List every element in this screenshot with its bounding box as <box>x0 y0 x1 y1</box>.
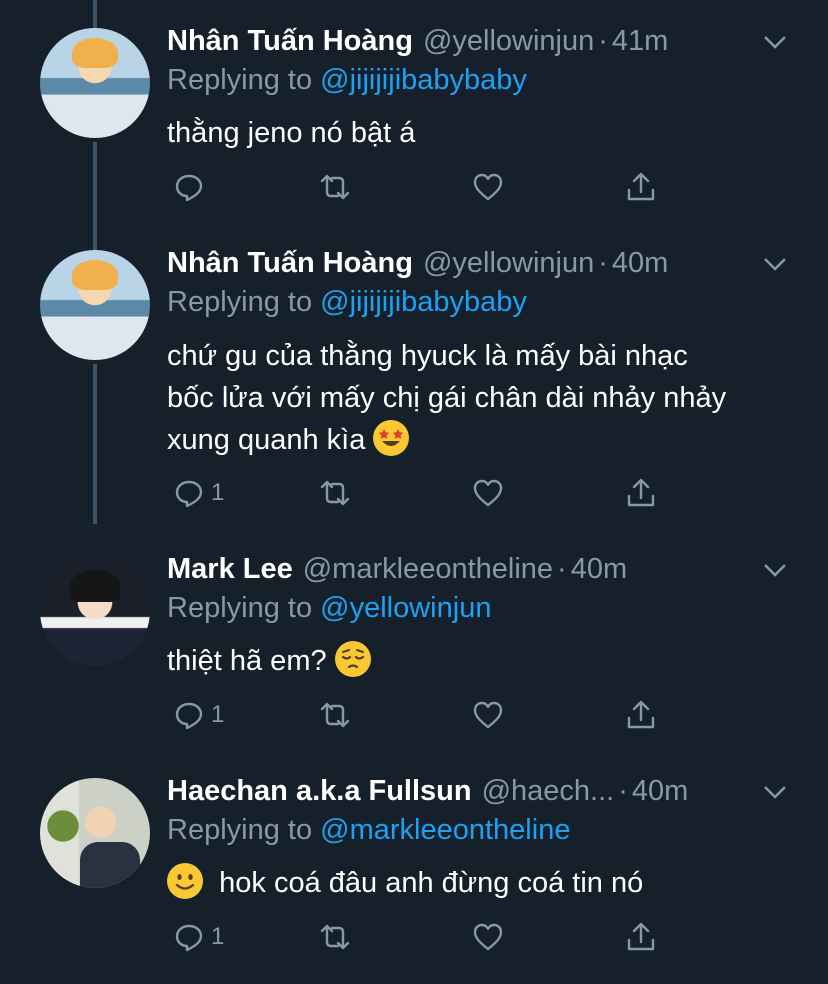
timestamp[interactable]: 41m <box>612 25 668 58</box>
share-icon <box>627 172 655 201</box>
reply-mention-link[interactable]: @jijijijibabybaby <box>320 64 527 96</box>
reply-icon <box>175 702 203 730</box>
separator-dot: · <box>557 552 567 585</box>
replying-to-label: Replying to <box>167 64 313 96</box>
reply-button[interactable]: 1 <box>173 476 224 510</box>
tweet-text-line: bốc lửa với mấy chị gái chân dài nhảy nh… <box>167 382 727 414</box>
share-icon <box>627 478 655 507</box>
heart-icon <box>473 479 503 507</box>
tweet-header: Nhân Tuấn Hoàng @yellowinjun · 41m <box>167 22 668 60</box>
separator-dot: · <box>618 774 628 807</box>
reply-button[interactable] <box>173 170 211 204</box>
share-icon <box>627 922 655 951</box>
retweet-button[interactable] <box>319 920 351 954</box>
tweet-text: thiệt hã em? <box>167 640 807 682</box>
reply-icon <box>175 924 203 952</box>
share-button[interactable] <box>625 698 657 732</box>
reply-count: 1 <box>211 701 225 728</box>
timestamp[interactable]: 40m <box>571 553 627 586</box>
tweet-text-line: chứ gu của thằng hyuck là mấy bài nhạc <box>167 340 688 372</box>
avatar[interactable] <box>40 556 150 666</box>
replying-to-label: Replying to <box>167 286 313 318</box>
avatar[interactable] <box>40 778 150 888</box>
reply-button[interactable]: 1 <box>173 920 224 954</box>
share-button[interactable] <box>625 170 657 204</box>
user-handle[interactable]: @haech... <box>482 775 615 808</box>
tweet-text-line: thiệt hã em? <box>167 640 807 682</box>
like-button[interactable] <box>472 170 504 204</box>
pensive-face-emoji <box>334 641 371 677</box>
avatar[interactable] <box>40 28 150 138</box>
tweet[interactable]: Nhân Tuấn Hoàng @yellowinjun · 41m Reply… <box>0 0 828 222</box>
tweet-text: chứ gu của thằng hyuck là mấy bài nhạc b… <box>167 335 807 461</box>
retweet-button[interactable] <box>319 170 351 204</box>
reply-icon <box>175 174 203 202</box>
tweet-header: Nhân Tuấn Hoàng @yellowinjun · 40m <box>167 244 668 282</box>
user-handle[interactable]: @yellowinjun <box>423 247 594 280</box>
chevron-down-icon[interactable] <box>762 560 788 580</box>
slightly-smiling-face-emoji <box>167 863 203 899</box>
tweet-text-line: xung quanh kìa <box>167 419 807 461</box>
replying-to: Replying to @jijijijibabybaby <box>167 286 527 319</box>
user-handle[interactable]: @markleeontheline <box>303 553 553 586</box>
replying-to-label: Replying to <box>167 814 313 846</box>
reply-count: 1 <box>211 479 225 506</box>
heart-icon <box>473 173 503 201</box>
replying-to: Replying to @jijijijibabybaby <box>167 64 527 97</box>
share-icon <box>627 700 655 729</box>
tweet-text-line-content: thiệt hã em? <box>167 645 327 677</box>
replying-to: Replying to @yellowinjun <box>167 592 491 625</box>
replying-to: Replying to @markleeontheline <box>167 814 570 847</box>
like-button[interactable] <box>472 920 504 954</box>
display-name[interactable]: Nhân Tuấn Hoàng <box>167 25 413 58</box>
timestamp[interactable]: 40m <box>612 247 668 280</box>
retweet-button[interactable] <box>319 698 351 732</box>
separator-dot: · <box>598 246 608 279</box>
reply-count: 1 <box>211 923 225 950</box>
tweet-text-line-content: hok coá đâu anh đừng coá tin nó <box>219 867 644 899</box>
star-struck-emoji <box>373 420 410 456</box>
retweet-button[interactable] <box>319 476 351 510</box>
reply-mention-link[interactable]: @markleeontheline <box>320 814 570 846</box>
chevron-down-icon[interactable] <box>762 782 788 802</box>
tweet-text-line: thằng jeno nó bật á <box>167 117 416 149</box>
retweet-icon <box>320 924 350 950</box>
tweet[interactable]: Nhân Tuấn Hoàng @yellowinjun · 40m Reply… <box>0 222 828 528</box>
like-button[interactable] <box>472 476 504 510</box>
chevron-down-icon[interactable] <box>762 254 788 274</box>
chevron-down-icon[interactable] <box>762 32 788 52</box>
timestamp[interactable]: 40m <box>632 775 688 808</box>
reply-mention-link[interactable]: @yellowinjun <box>320 592 491 624</box>
tweet-text-line-content: xung quanh kìa <box>167 424 366 456</box>
tweet[interactable]: Mark Lee @markleeontheline · 40m Replyin… <box>0 528 828 750</box>
display-name[interactable]: Mark Lee <box>167 553 293 586</box>
heart-icon <box>473 923 503 951</box>
retweet-icon <box>320 702 350 728</box>
replying-to-label: Replying to <box>167 592 313 624</box>
tweet-header: Haechan a.k.a Fullsun @haech... · 40m <box>167 772 688 810</box>
reply-icon <box>175 480 203 508</box>
user-handle[interactable]: @yellowinjun <box>423 25 594 58</box>
share-button[interactable] <box>625 476 657 510</box>
retweet-icon <box>320 174 350 200</box>
like-button[interactable] <box>472 698 504 732</box>
display-name[interactable]: Nhân Tuấn Hoàng <box>167 247 413 280</box>
retweet-icon <box>320 480 350 506</box>
share-button[interactable] <box>625 920 657 954</box>
display-name[interactable]: Haechan a.k.a Fullsun <box>167 775 472 808</box>
tweet-text-line: hok coá đâu anh đừng coá tin nó <box>167 862 807 904</box>
tweet-text: hok coá đâu anh đừng coá tin nó <box>167 862 807 904</box>
tweet[interactable]: Haechan a.k.a Fullsun @haech... · 40m Re… <box>0 750 828 984</box>
reply-mention-link[interactable]: @jijijijibabybaby <box>320 286 527 318</box>
heart-icon <box>473 701 503 729</box>
tweet-header: Mark Lee @markleeontheline · 40m <box>167 550 627 588</box>
reply-button[interactable]: 1 <box>173 698 224 732</box>
avatar[interactable] <box>40 250 150 360</box>
tweet-text: thằng jeno nó bật á <box>167 112 807 154</box>
separator-dot: · <box>598 24 608 57</box>
